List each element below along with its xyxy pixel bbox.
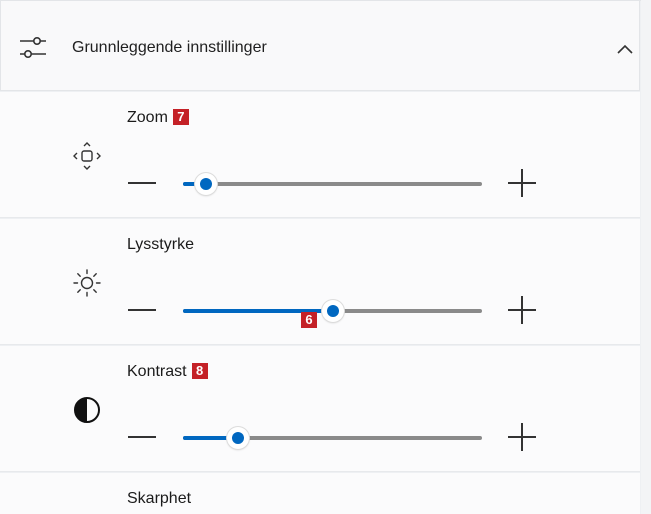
decrease-button[interactable] (128, 436, 156, 438)
setting-label: Lysstyrke (127, 236, 194, 253)
setting-row-sharpness: Skarphet (0, 473, 640, 514)
callout-badge: 6 (301, 312, 317, 328)
setting-label: Kontrast 8 (127, 363, 208, 381)
brightness-slider[interactable]: 6 (183, 300, 482, 328)
setting-label: Skarphet (127, 490, 192, 507)
settings-panel: Grunnleggende innstillinger Zoom 7 Lysst… (0, 0, 641, 514)
callout-badge: 8 (191, 363, 208, 379)
increase-button[interactable] (508, 296, 536, 324)
setting-row-brightness: Lysstyrke 6 (0, 219, 640, 345)
chevron-up-icon[interactable] (615, 42, 635, 56)
increase-button[interactable] (508, 423, 536, 451)
callout-badge: 7 (172, 109, 189, 125)
setting-label: Zoom 7 (127, 109, 189, 127)
zoom-pan-icon (73, 142, 101, 170)
slider-thumb[interactable] (195, 173, 217, 195)
setting-row-contrast: Kontrast 8 (0, 346, 640, 472)
sliders-icon (20, 36, 46, 58)
section-title: Grunnleggende innstillinger (72, 39, 267, 56)
scrollbar-area[interactable] (641, 0, 651, 514)
decrease-button[interactable] (128, 182, 156, 184)
contrast-icon (74, 397, 100, 423)
slider-thumb[interactable]: 6 (301, 300, 344, 328)
brightness-sun-icon (73, 269, 101, 297)
setting-row-zoom: Zoom 7 (0, 92, 640, 218)
section-header-basic-settings[interactable]: Grunnleggende innstillinger (0, 1, 640, 91)
decrease-button[interactable] (128, 309, 156, 311)
contrast-slider[interactable] (183, 427, 482, 449)
zoom-slider[interactable] (183, 173, 482, 195)
slider-thumb[interactable] (227, 427, 249, 449)
increase-button[interactable] (508, 169, 536, 197)
